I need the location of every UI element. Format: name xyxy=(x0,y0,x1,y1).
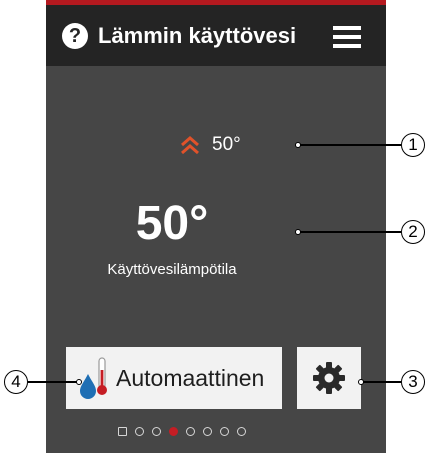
page-dot[interactable] xyxy=(220,427,229,436)
page-dot[interactable] xyxy=(118,427,127,436)
header-bar: ? Lämmin käyttövesi xyxy=(46,5,386,66)
gear-icon xyxy=(313,362,345,394)
help-icon[interactable]: ? xyxy=(62,23,88,49)
callout-1-line xyxy=(300,144,401,146)
callout-4-number: 4 xyxy=(4,370,28,394)
double-chevron-up-icon xyxy=(181,136,199,155)
page-dot[interactable] xyxy=(135,427,144,436)
page-dot-active[interactable] xyxy=(169,427,178,436)
page-dot[interactable] xyxy=(152,427,161,436)
current-temperature-label: Käyttövesilämpötila xyxy=(107,261,237,278)
callout-2-line xyxy=(300,231,401,233)
page-title: Lämmin käyttövesi xyxy=(98,23,297,48)
setpoint-value: 50° xyxy=(212,134,241,155)
callout-3-line xyxy=(363,381,401,383)
hamburger-menu-icon[interactable] xyxy=(333,26,361,48)
water-temperature-icon xyxy=(80,357,107,399)
page-dot[interactable] xyxy=(237,427,246,436)
current-temperature-value: 50° xyxy=(135,197,209,250)
page-indicator xyxy=(118,427,254,436)
page-dot[interactable] xyxy=(203,427,212,436)
settings-button[interactable] xyxy=(297,347,361,409)
page-dot[interactable] xyxy=(186,427,195,436)
callout-4-anchor xyxy=(76,379,82,385)
callout-1-number: 1 xyxy=(401,133,425,157)
callout-2-number: 2 xyxy=(401,220,425,244)
mode-button[interactable]: Automaattinen xyxy=(66,347,282,409)
setpoint-indicator: 50° xyxy=(178,132,241,158)
device-screen: ? Lämmin käyttövesi 50° 50° Käyttövesilä… xyxy=(46,0,386,453)
callout-4-line xyxy=(28,381,78,383)
callout-3-number: 3 xyxy=(401,370,425,394)
mode-button-label: Automaattinen xyxy=(116,364,265,391)
